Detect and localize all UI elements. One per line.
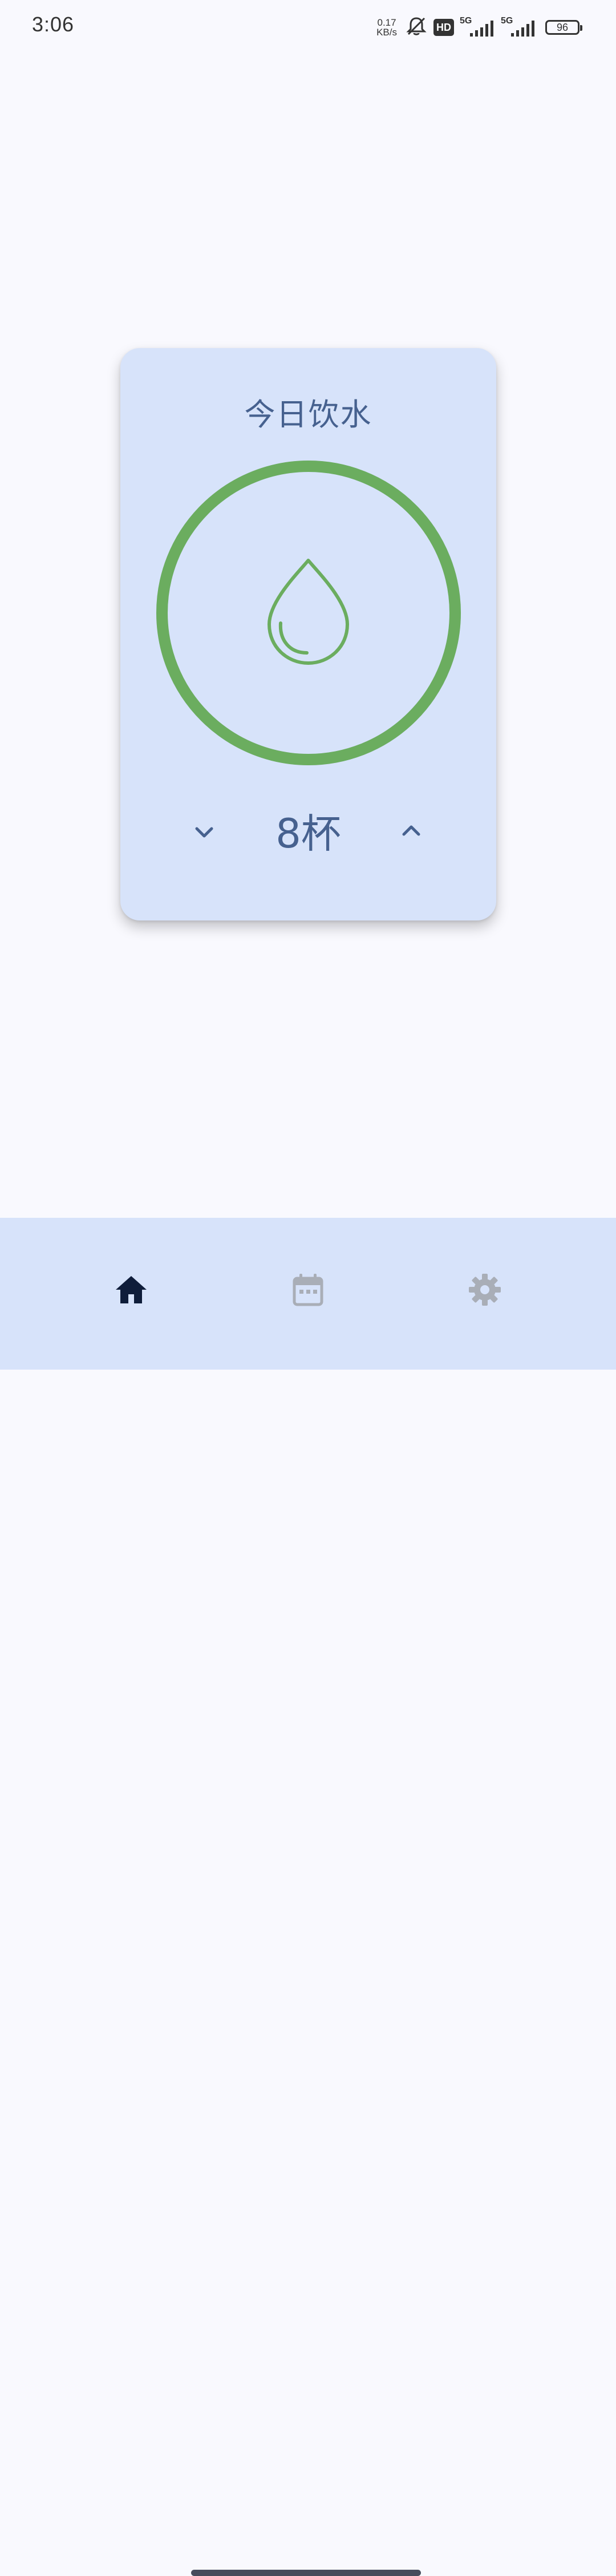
signal-bars-icon (511, 21, 534, 37)
water-drop-icon (268, 559, 349, 665)
network-speed: 0.17 KB/s (376, 18, 397, 37)
chevron-up-icon (402, 825, 420, 836)
bottom-nav (0, 1218, 616, 2576)
gesture-bar (191, 2570, 421, 2576)
hd-badge: HD (433, 19, 454, 36)
battery-level: 96 (556, 21, 569, 33)
increase-button[interactable] (391, 810, 431, 850)
status-time: 3:06 (32, 13, 75, 36)
signal-1: 5G (460, 16, 495, 39)
status-icons: 0.17 KB/s HD 5G 5G 96 (376, 15, 582, 40)
card-title: 今日饮水 (244, 397, 372, 433)
network-speed-value: 0.17 (377, 17, 396, 28)
cup-count: 8杯 (275, 810, 341, 857)
water-card: 今日饮水 8杯 (120, 348, 496, 920)
home-icon (116, 1276, 147, 1303)
mute-bell-icon (405, 15, 428, 40)
calendar-icon (293, 1274, 323, 1306)
battery-icon: 96 (545, 20, 582, 35)
nav-calendar[interactable] (279, 1261, 337, 1318)
gear-icon (469, 1274, 501, 1306)
nav-home[interactable] (103, 1261, 160, 1318)
signal-2: 5G (501, 16, 536, 39)
signal-bars-icon (470, 21, 493, 37)
nav-settings[interactable] (456, 1261, 513, 1318)
network-speed-unit: KB/s (376, 27, 397, 38)
status-bar: 3:06 0.17 KB/s HD 5G 5G 96 (0, 0, 616, 55)
